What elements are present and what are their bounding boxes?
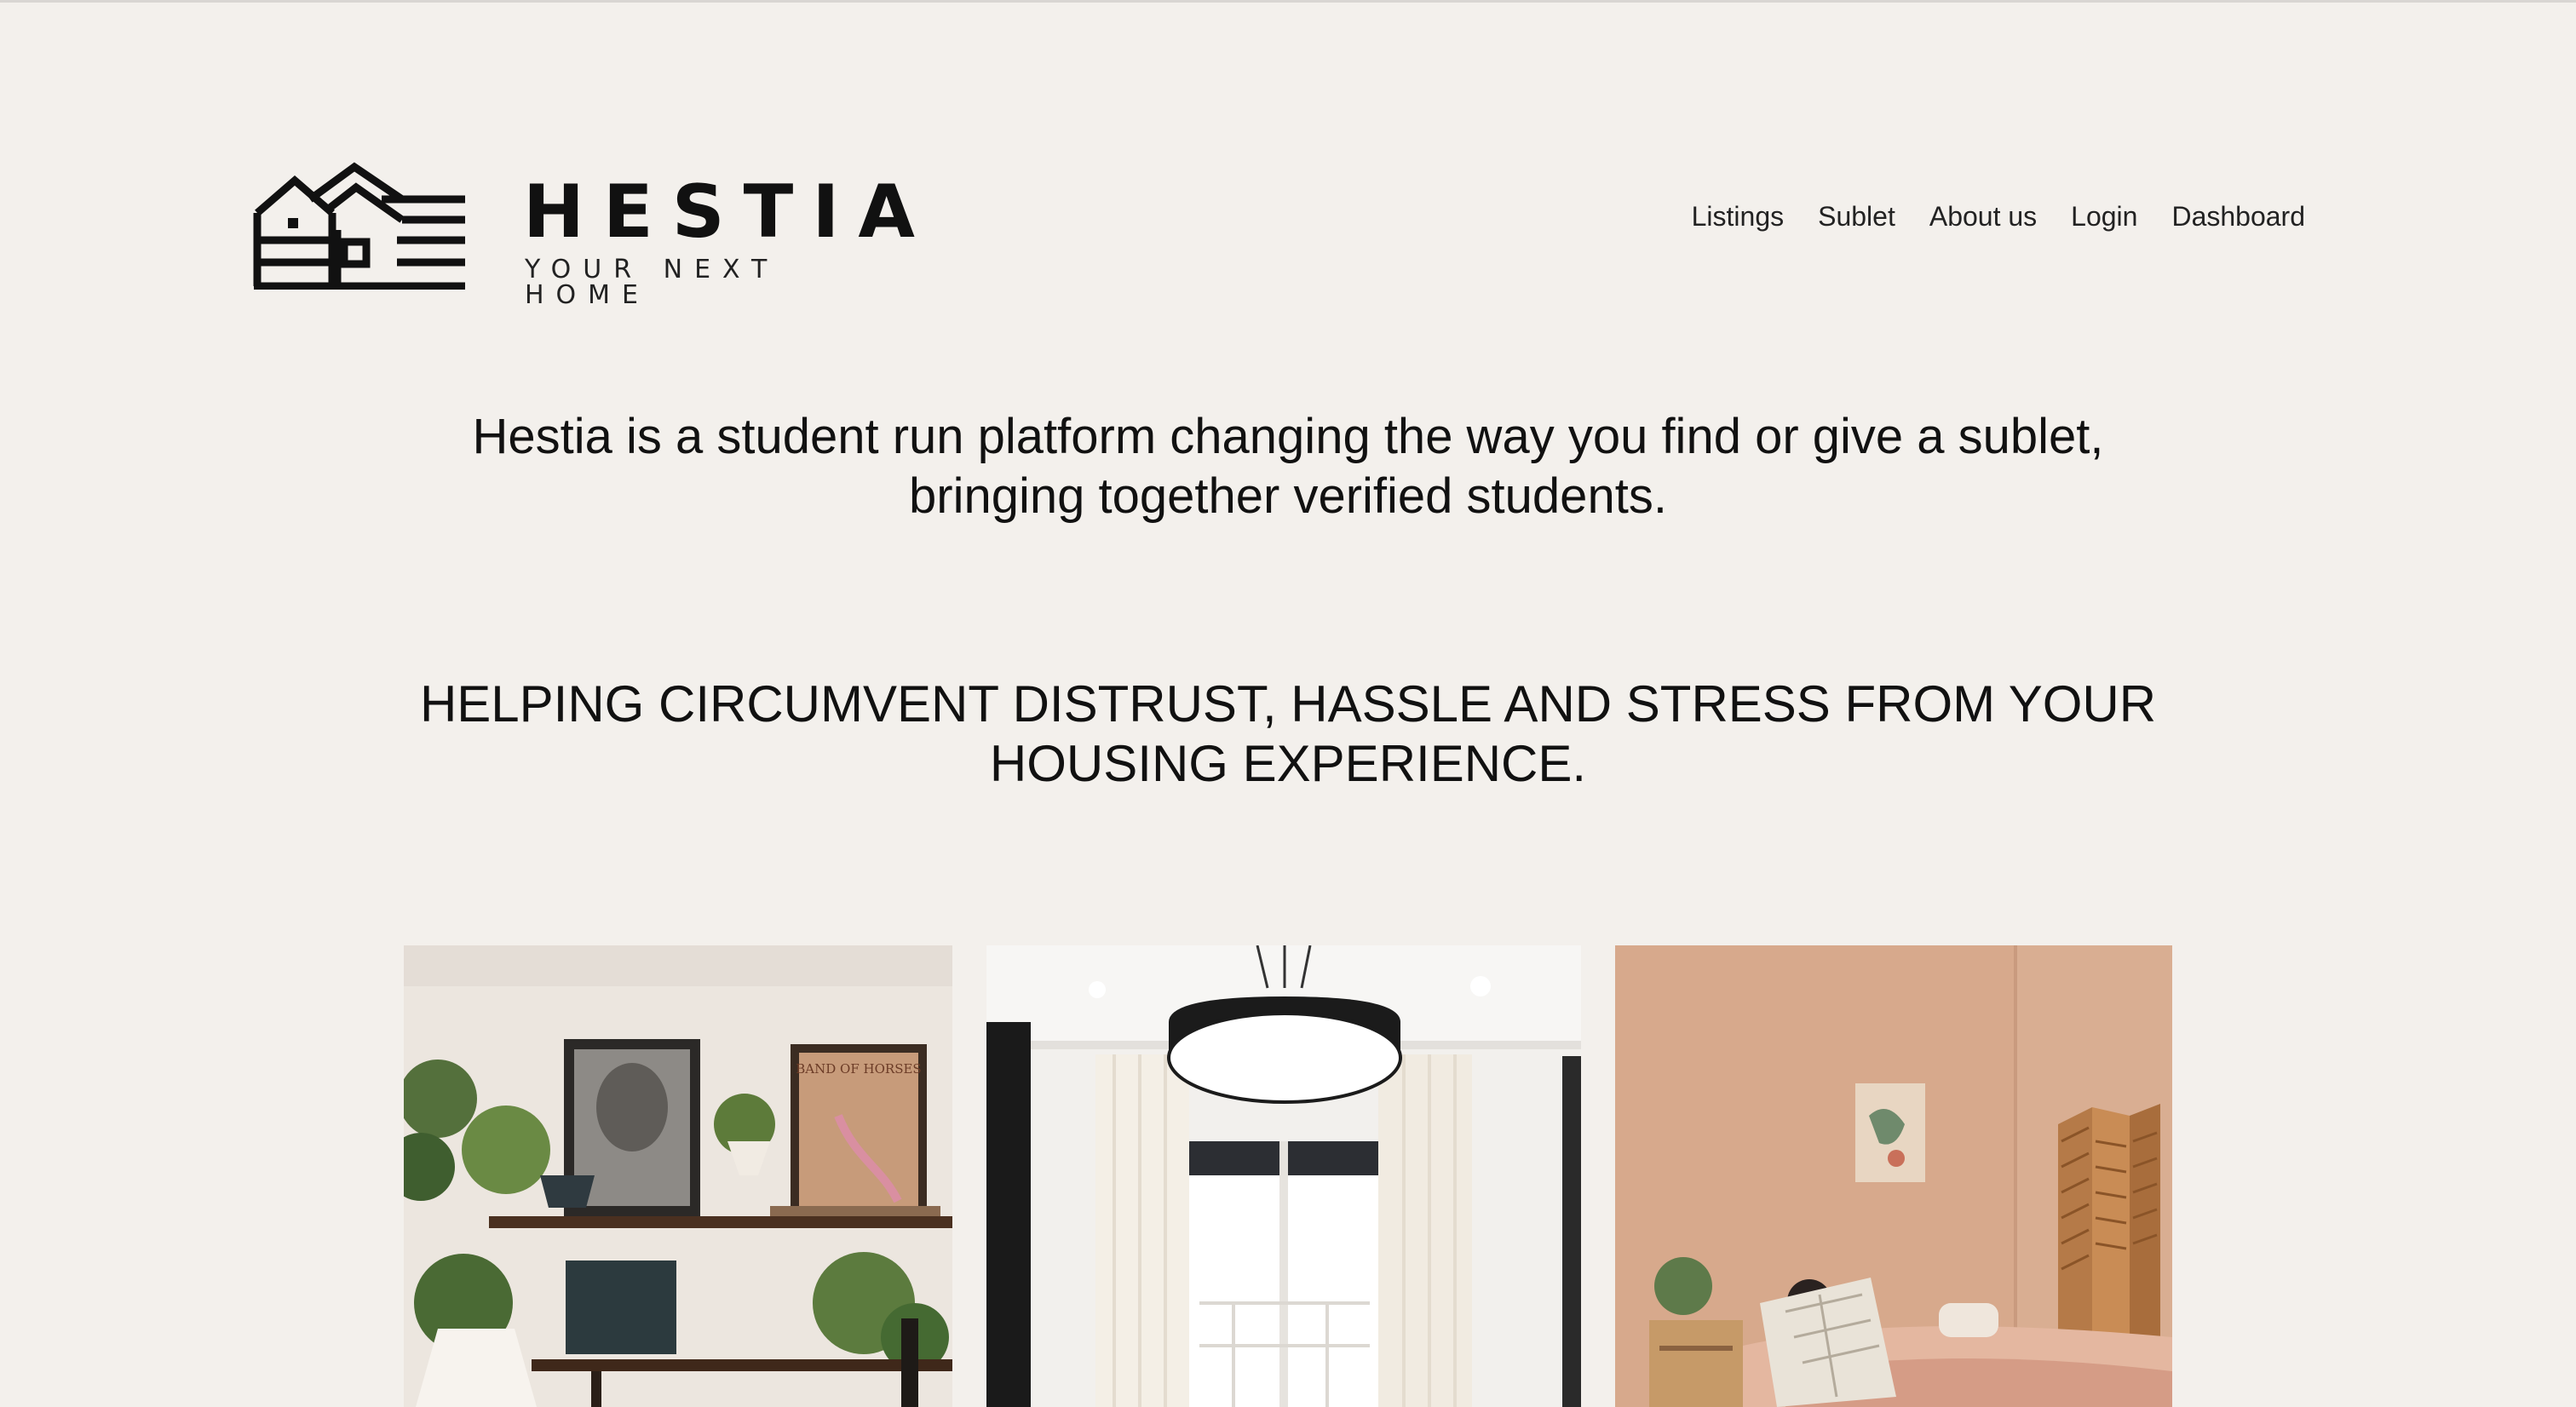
headline-line-2: HOUSING EXPERIENCE. (989, 735, 1587, 792)
gallery-photo-bedroom (1615, 945, 2172, 1407)
mission-headline: HELPING CIRCUMVENT DISTRUST, HASSLE AND … (0, 675, 2576, 794)
nav-link-listings[interactable]: Listings (1692, 196, 1785, 237)
brand-name: HESTIA (523, 169, 934, 255)
nav-link-about-us[interactable]: About us (1929, 196, 2037, 237)
photo-gallery: BAND OF HORSES (0, 945, 2576, 1407)
main-nav: Listings Sublet About us Login Dashboard (1692, 196, 2305, 237)
nav-link-dashboard[interactable]: Dashboard (2171, 196, 2305, 237)
intro-line-1: Hestia is a student run platform changin… (472, 409, 2104, 464)
intro-text: Hestia is a student run platform changin… (0, 407, 2576, 526)
poster-text: BAND OF HORSES (796, 1061, 921, 1077)
brand-logo[interactable]: HESTIA YOUR NEXT HOME (252, 162, 917, 308)
intro-line-2: bringing together verified students. (909, 468, 1667, 524)
houses-logo-icon (253, 162, 465, 290)
nav-link-sublet[interactable]: Sublet (1818, 196, 1895, 237)
headline-line-1: HELPING CIRCUMVENT DISTRUST, HASSLE AND … (419, 675, 2157, 732)
site-header: HESTIA YOUR NEXT HOME Listings Sublet Ab… (0, 0, 2576, 308)
gallery-photo-shelves: BAND OF HORSES (404, 945, 952, 1407)
nav-link-login[interactable]: Login (2071, 196, 2137, 237)
gallery-photo-pendant-lamp (986, 945, 1581, 1407)
brand-tagline: YOUR NEXT HOME (525, 255, 779, 310)
